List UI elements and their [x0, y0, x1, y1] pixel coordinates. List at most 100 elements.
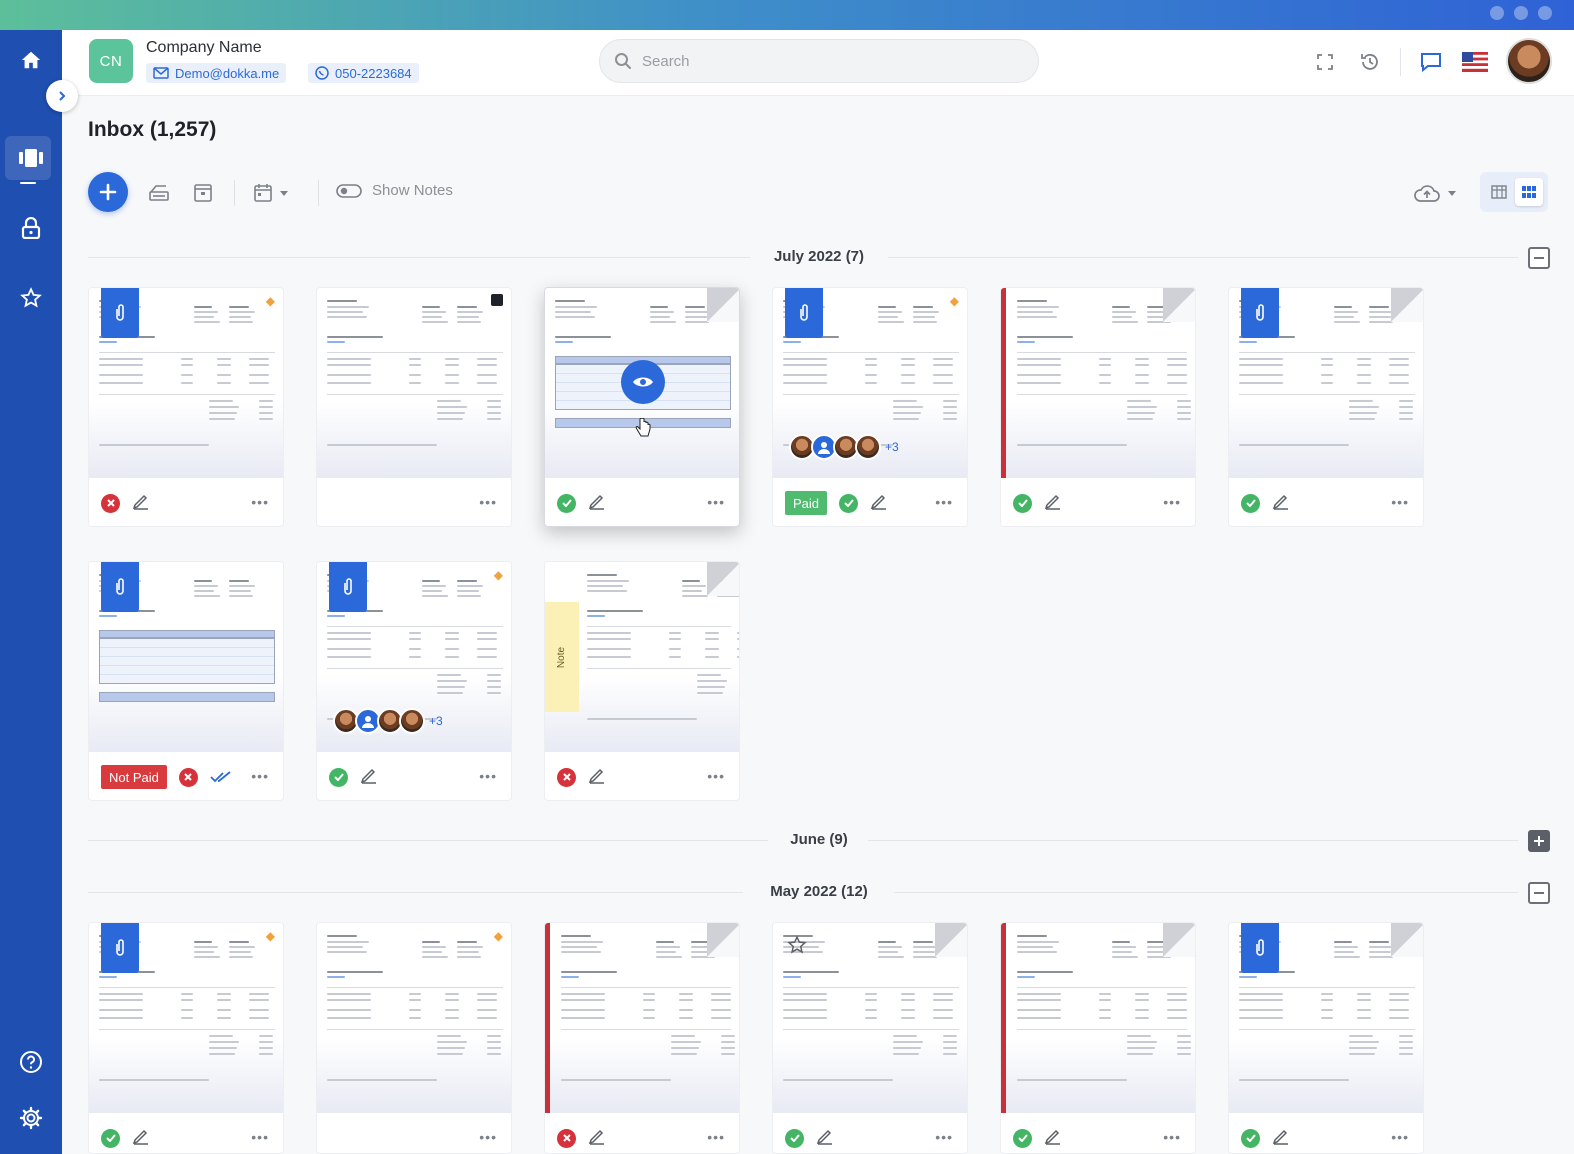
more-options-button[interactable]: ••• [707, 1129, 725, 1145]
document-thumbnail[interactable] [545, 923, 739, 1113]
paid-badge[interactable]: Paid [785, 491, 828, 515]
document-card[interactable]: ◆ ••• [88, 922, 284, 1154]
approved-status[interactable] [329, 767, 348, 787]
assignee-avatar[interactable] [399, 708, 425, 734]
approved-status[interactable] [101, 1128, 120, 1148]
attachment-badge[interactable] [1241, 923, 1279, 973]
more-assignees-count[interactable]: +3 [429, 714, 443, 728]
document-card[interactable]: ◆ +3 Paid ••• [772, 287, 968, 527]
date-filter-button[interactable] [250, 180, 276, 206]
edit-button[interactable] [1044, 492, 1062, 515]
edit-button[interactable] [360, 766, 378, 789]
upload-cloud-button[interactable] [1412, 180, 1442, 206]
attachment-badge[interactable] [1241, 288, 1279, 338]
attachment-badge[interactable] [101, 562, 139, 612]
approved-status[interactable] [785, 1128, 804, 1148]
document-thumbnail[interactable] [545, 288, 739, 478]
sidebar-expand-button[interactable] [46, 80, 78, 112]
edit-button[interactable] [1272, 1127, 1290, 1150]
company-avatar[interactable]: CN [89, 39, 133, 83]
edit-button[interactable] [816, 1127, 834, 1150]
messages-button[interactable] [1416, 47, 1446, 77]
history-button[interactable] [1355, 47, 1385, 77]
document-card[interactable]: ••• [544, 922, 740, 1154]
window-control-dot[interactable] [1490, 6, 1504, 20]
edit-button[interactable] [870, 492, 888, 515]
approved-status[interactable] [1013, 1128, 1032, 1148]
more-options-button[interactable]: ••• [707, 494, 725, 510]
document-card[interactable]: ••• [772, 922, 968, 1154]
collapse-group-button[interactable] [1528, 882, 1550, 904]
collapse-group-button[interactable] [1528, 247, 1550, 269]
more-options-button[interactable]: ••• [479, 1129, 497, 1145]
document-thumbnail[interactable]: ◆ [317, 923, 511, 1113]
document-card[interactable]: ◆ ••• [316, 922, 512, 1154]
fullscreen-button[interactable] [1310, 47, 1340, 77]
document-card[interactable]: ••• [544, 287, 740, 527]
document-thumbnail[interactable]: ◆ +3 [317, 562, 511, 752]
document-card[interactable]: ••• [1000, 922, 1196, 1154]
attachment-badge[interactable] [329, 562, 367, 612]
more-options-button[interactable]: ••• [251, 494, 269, 510]
more-options-button[interactable]: ••• [251, 768, 269, 784]
document-card[interactable]: ◆ +3 ••• [316, 561, 512, 801]
archive-button[interactable] [190, 180, 216, 206]
approved-status[interactable] [839, 493, 859, 513]
document-card[interactable]: ••• [1228, 287, 1424, 527]
edit-button[interactable] [588, 492, 606, 515]
rejected-status[interactable] [101, 493, 120, 513]
assignees[interactable]: +3 [789, 434, 899, 460]
document-thumbnail[interactable] [1229, 923, 1423, 1113]
more-options-button[interactable]: ••• [479, 494, 497, 510]
company-name[interactable]: Company Name [146, 39, 262, 57]
edit-button[interactable] [588, 766, 606, 789]
document-thumbnail[interactable]: ◆ [89, 923, 283, 1113]
edit-button[interactable] [1272, 492, 1290, 515]
document-card[interactable]: Not Paid ••• [88, 561, 284, 801]
more-options-button[interactable]: ••• [479, 768, 497, 784]
company-email-chip[interactable]: Demo@dokka.me [146, 63, 287, 83]
edit-button[interactable] [132, 1127, 150, 1150]
document-card[interactable]: ••• [1228, 922, 1424, 1154]
document-thumbnail[interactable] [89, 562, 283, 752]
table-view-button[interactable] [1485, 178, 1513, 206]
rejected-status[interactable] [178, 767, 198, 787]
sidebar-help[interactable] [0, 1040, 62, 1084]
document-thumbnail[interactable]: ◆ +3 [773, 288, 967, 478]
edit-button[interactable] [1044, 1127, 1062, 1150]
more-options-button[interactable]: ••• [1391, 494, 1409, 510]
document-thumbnail[interactable] [773, 923, 967, 1113]
not-paid-badge[interactable]: Not Paid [101, 765, 167, 789]
more-options-button[interactable]: ••• [935, 1129, 953, 1145]
preview-button[interactable] [621, 360, 665, 404]
scan-button[interactable] [146, 180, 172, 206]
document-card[interactable]: ◆ ••• [88, 287, 284, 527]
approved-status[interactable] [1241, 1128, 1260, 1148]
more-options-button[interactable]: ••• [707, 768, 725, 784]
document-card[interactable]: ••• [316, 287, 512, 527]
document-thumbnail[interactable] [1001, 923, 1195, 1113]
edit-button[interactable] [588, 1127, 606, 1150]
assignee-avatar[interactable] [855, 434, 881, 460]
more-options-button[interactable]: ••• [1163, 1129, 1181, 1145]
search-input[interactable] [642, 52, 1022, 70]
expand-group-button[interactable] [1528, 830, 1550, 852]
sidebar-secure[interactable] [0, 206, 62, 250]
document-thumbnail[interactable]: ◆ [89, 288, 283, 478]
more-options-button[interactable]: ••• [1163, 494, 1181, 510]
edit-button[interactable] [132, 492, 150, 515]
approved-status[interactable] [1241, 493, 1260, 513]
search-bar[interactable] [599, 39, 1039, 83]
document-thumbnail[interactable] [317, 288, 511, 478]
company-phone-chip[interactable]: 050-2223684 [308, 63, 419, 83]
document-card[interactable]: ••• [1000, 287, 1196, 527]
more-options-button[interactable]: ••• [935, 494, 953, 510]
sidebar-documents[interactable] [0, 136, 62, 184]
language-button[interactable] [1460, 47, 1490, 77]
user-avatar[interactable] [1506, 38, 1552, 84]
sidebar-home[interactable] [0, 38, 62, 82]
upload-dropdown[interactable] [1446, 180, 1458, 206]
attachment-badge[interactable] [101, 923, 139, 973]
document-card[interactable]: Note ••• [544, 561, 740, 801]
assignees[interactable]: +3 [333, 708, 443, 734]
